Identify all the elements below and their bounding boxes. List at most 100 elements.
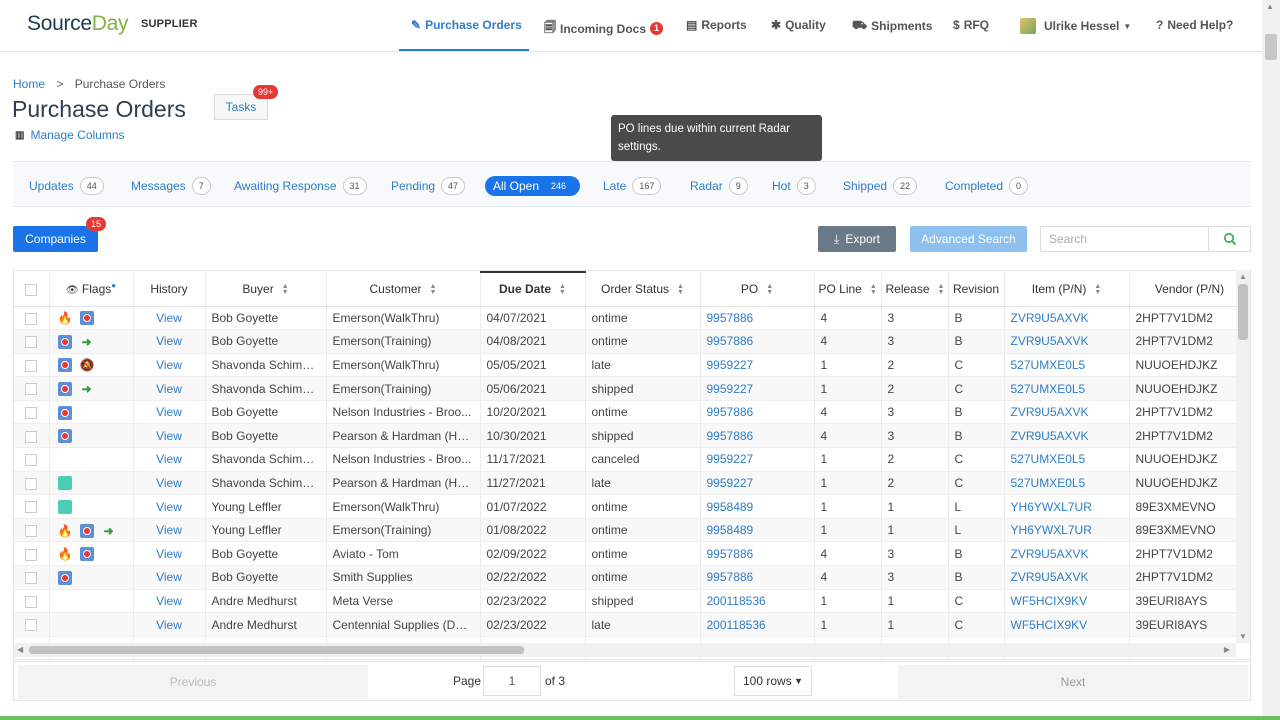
nav-shipments[interactable]: ⛟ Shipments bbox=[852, 18, 932, 34]
bell-off-icon[interactable]: 🔕 bbox=[80, 358, 95, 372]
row-select-cell[interactable] bbox=[14, 589, 50, 614]
table-row[interactable]: ➜ View Bob Goyette Emerson(Training) 04/08/2… bbox=[14, 329, 1250, 354]
page-scroll-thumb[interactable] bbox=[1265, 34, 1277, 60]
nav-rfq[interactable]: $ RFQ bbox=[953, 18, 989, 32]
table-row[interactable]: ➜ View Shavonda Schimmel Emerson(Training) 0… bbox=[14, 376, 1250, 401]
item-link[interactable]: ZVR9U5AXVK bbox=[1004, 565, 1130, 590]
scroll-right-arrow-icon[interactable]: ▶ bbox=[1224, 645, 1230, 654]
filter-messages[interactable]: Messages 7 bbox=[131, 176, 211, 196]
sort-icon[interactable]: ▲ ▼ bbox=[1094, 283, 1101, 296]
item-link[interactable]: 527UMXE0L5 bbox=[1004, 376, 1130, 401]
radar-icon[interactable] bbox=[57, 570, 72, 585]
user-menu[interactable]: Ulrike Hessel ▼ bbox=[1020, 18, 1131, 34]
previous-page-button[interactable]: Previous bbox=[18, 665, 368, 699]
row-checkbox[interactable] bbox=[25, 501, 38, 514]
history-link[interactable]: View bbox=[133, 612, 206, 637]
rows-per-page-select[interactable]: 100 rows ▼ bbox=[734, 666, 812, 696]
flame-icon[interactable]: 🔥 bbox=[58, 311, 73, 325]
message-icon[interactable] bbox=[57, 476, 72, 491]
history-link[interactable]: View bbox=[133, 376, 206, 401]
table-row[interactable]: View Young Leffler Emerson(WalkThru) 01/07/… bbox=[14, 494, 1250, 519]
history-link[interactable]: View bbox=[133, 565, 206, 590]
export-button[interactable]: ⤓ Export bbox=[818, 226, 896, 252]
row-checkbox[interactable] bbox=[25, 312, 38, 325]
filter-all-open[interactable]: All Open 246 bbox=[485, 176, 581, 196]
scroll-down-arrow-icon[interactable]: ▼ bbox=[1239, 632, 1247, 641]
sort-icon[interactable]: ▲ ▼ bbox=[282, 283, 289, 296]
manage-columns-link[interactable]: ▥ Manage Columns bbox=[15, 128, 125, 142]
row-checkbox[interactable] bbox=[25, 524, 38, 537]
nav-incoming-docs[interactable]: 🗐 Incoming Docs 1 bbox=[544, 18, 664, 39]
table-row[interactable]: View Andre Medhurst Meta Verse 02/23/2022 sh… bbox=[14, 589, 1250, 614]
sort-icon[interactable]: ▲ ▼ bbox=[430, 283, 437, 296]
grid-vscroll-thumb[interactable] bbox=[1238, 284, 1248, 340]
history-link[interactable]: View bbox=[133, 423, 206, 449]
col-flags[interactable]: 👁 Flags● bbox=[49, 272, 134, 307]
history-link[interactable]: View bbox=[133, 541, 206, 567]
row-checkbox[interactable] bbox=[25, 407, 38, 419]
search-input[interactable] bbox=[1040, 226, 1209, 252]
radar-icon[interactable] bbox=[79, 311, 94, 326]
table-row[interactable]: View Bob Goyette Pearson & Hardman (Ha... 1… bbox=[14, 423, 1250, 449]
po-link[interactable]: 9957886 bbox=[700, 423, 815, 449]
row-checkbox[interactable] bbox=[25, 336, 38, 349]
table-row[interactable]: 🔕 View Shavonda Schimmel Emerson(WalkThru) 0… bbox=[14, 353, 1250, 378]
col-customer[interactable]: Customer ▲ ▼ bbox=[326, 272, 481, 307]
table-row[interactable]: View Shavonda Schimmel Pearson & Hardman (… bbox=[14, 471, 1250, 496]
radar-icon[interactable] bbox=[57, 405, 72, 420]
row-select-cell[interactable] bbox=[14, 353, 50, 378]
sort-icon[interactable]: ▲ ▼ bbox=[766, 283, 773, 296]
item-link[interactable]: ZVR9U5AXVK bbox=[1004, 400, 1130, 425]
item-link[interactable]: 527UMXE0L5 bbox=[1004, 471, 1130, 496]
history-link[interactable]: View bbox=[133, 518, 206, 543]
history-link[interactable]: View bbox=[133, 494, 206, 519]
scroll-left-arrow-icon[interactable]: ◀ bbox=[17, 645, 23, 654]
history-link[interactable]: View bbox=[133, 329, 206, 354]
history-link[interactable]: View bbox=[133, 589, 206, 614]
row-checkbox[interactable] bbox=[25, 383, 38, 396]
po-link[interactable]: 200118536 bbox=[700, 612, 815, 637]
row-select-cell[interactable] bbox=[14, 471, 50, 496]
grid-hscroll-thumb[interactable] bbox=[29, 646, 524, 654]
po-link[interactable]: 9957886 bbox=[700, 565, 815, 590]
item-link[interactable]: WF5HCIX9KV bbox=[1004, 612, 1130, 637]
radar-icon[interactable] bbox=[57, 334, 72, 349]
radar-icon[interactable] bbox=[79, 523, 94, 538]
history-link[interactable]: View bbox=[133, 353, 206, 378]
sign-in-icon[interactable]: ➜ bbox=[80, 382, 94, 396]
history-link[interactable]: View bbox=[133, 306, 206, 331]
col-item[interactable]: Item (P/N) ▲ ▼ bbox=[1004, 272, 1130, 307]
row-select-cell[interactable] bbox=[14, 541, 50, 567]
nav-reports[interactable]: ▤ Reports bbox=[686, 18, 747, 32]
po-link[interactable]: 9959227 bbox=[700, 447, 815, 472]
row-checkbox[interactable] bbox=[25, 619, 38, 632]
table-row[interactable]: View Andre Medhurst Centennial Supplies (D… bbox=[14, 612, 1250, 637]
nav-quality[interactable]: ✱ Quality bbox=[771, 18, 826, 32]
radar-icon[interactable] bbox=[79, 547, 94, 562]
radar-icon[interactable] bbox=[57, 381, 72, 396]
col-release[interactable]: Release ▲ ▼ bbox=[881, 272, 949, 307]
col-po[interactable]: PO ▲ ▼ bbox=[700, 272, 815, 307]
row-select-cell[interactable] bbox=[14, 400, 50, 425]
sort-icon[interactable]: ▲ ▼ bbox=[938, 283, 945, 296]
table-row[interactable]: View Bob Goyette Smith Supplies 02/22/2022 o… bbox=[14, 565, 1250, 590]
search-button[interactable] bbox=[1209, 226, 1251, 252]
item-link[interactable]: ZVR9U5AXVK bbox=[1004, 329, 1130, 354]
select-all-checkbox[interactable] bbox=[14, 272, 50, 307]
filter-hot[interactable]: Hot 3 bbox=[772, 176, 816, 196]
sort-icon[interactable]: ▲ ▼ bbox=[870, 283, 877, 296]
filter-awaiting-response[interactable]: Awaiting Response 31 bbox=[234, 176, 367, 196]
row-select-cell[interactable] bbox=[14, 306, 50, 331]
scroll-up-arrow-icon[interactable]: ▲ bbox=[1266, 2, 1274, 11]
row-checkbox[interactable] bbox=[25, 548, 38, 561]
row-checkbox[interactable] bbox=[25, 454, 38, 467]
row-select-cell[interactable] bbox=[14, 612, 50, 637]
item-link[interactable]: YH6YWXL7UR bbox=[1004, 494, 1130, 519]
row-checkbox[interactable] bbox=[25, 595, 38, 608]
row-select-cell[interactable] bbox=[14, 447, 50, 472]
item-link[interactable]: ZVR9U5AXVK bbox=[1004, 541, 1130, 567]
companies-button[interactable]: Companies bbox=[13, 226, 98, 252]
nav-purchase-orders[interactable]: ✎ Purchase Orders bbox=[411, 18, 522, 32]
scroll-up-arrow-icon[interactable]: ▲ bbox=[1239, 272, 1247, 281]
history-link[interactable]: View bbox=[133, 400, 206, 425]
